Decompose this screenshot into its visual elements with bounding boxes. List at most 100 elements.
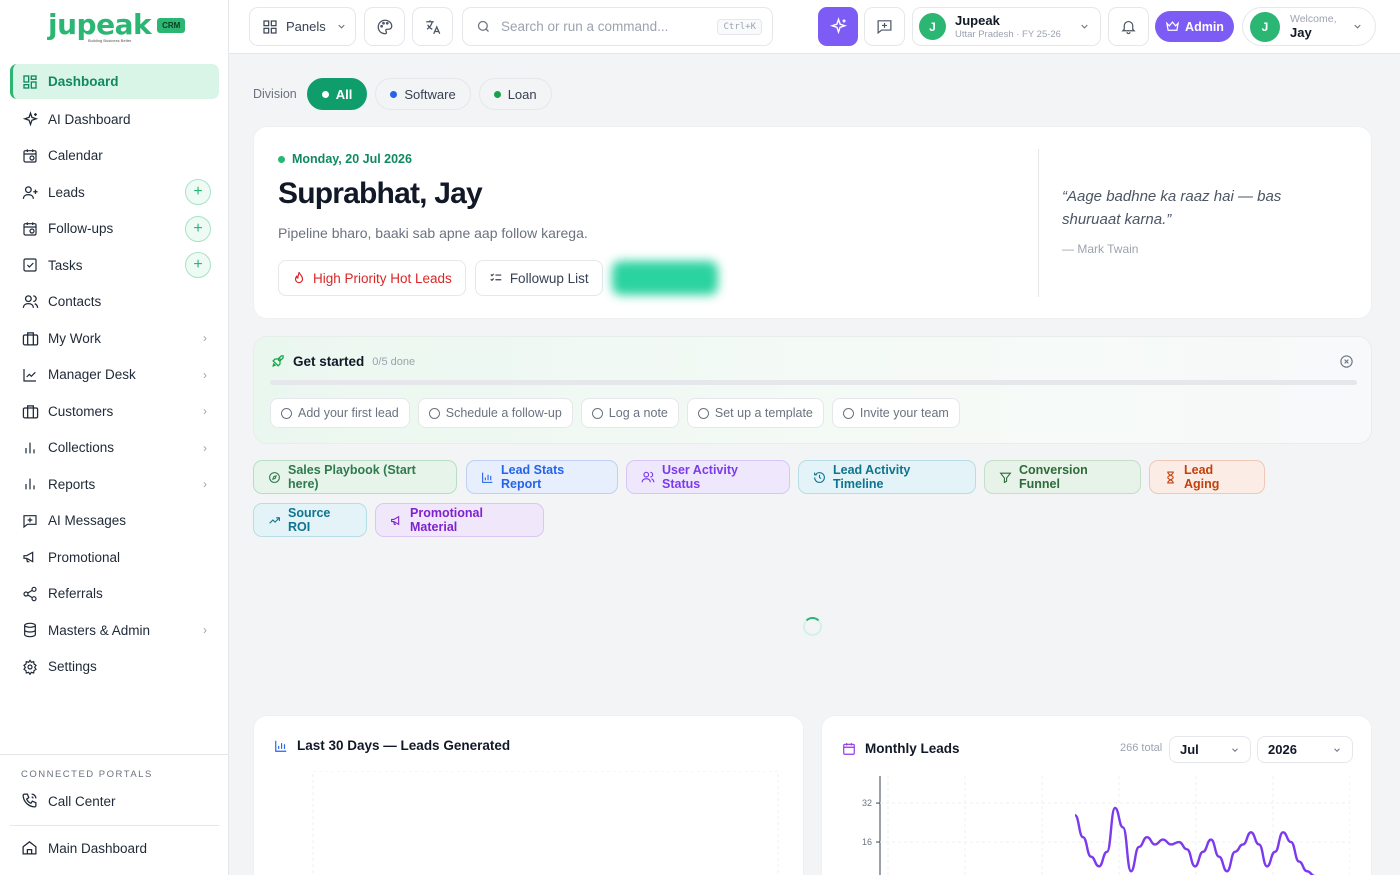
add-task-button[interactable]: +: [185, 252, 211, 279]
new-message-button[interactable]: [864, 7, 905, 46]
task-invite-team[interactable]: Invite your team: [831, 398, 960, 428]
report-lead-activity-timeline[interactable]: Lead Activity Timeline: [798, 460, 976, 494]
month-select[interactable]: Jul: [1169, 736, 1251, 763]
close-icon[interactable]: [1339, 354, 1354, 369]
sidebar-item-my-work[interactable]: My Work ›: [10, 320, 219, 357]
circle-icon: [697, 407, 709, 419]
sidebar-item-main-dashboard[interactable]: Main Dashboard: [21, 839, 147, 857]
month-value: Jul: [1180, 742, 1199, 757]
search-input[interactable]: Search or run a command...: [501, 19, 717, 34]
date-label: Monday, 20 Jul 2026: [278, 152, 412, 166]
report-user-activity[interactable]: User Activity Status: [626, 460, 790, 494]
card-title-text: Last 30 Days — Leads Generated: [297, 738, 511, 753]
report-conversion-funnel[interactable]: Conversion Funnel: [984, 460, 1141, 494]
hot-leads-button[interactable]: High Priority Hot Leads: [278, 260, 466, 296]
report-lead-stats[interactable]: Lead Stats Report: [466, 460, 618, 494]
greeting-tagline: Pipeline bharo, baaki sab apne aap follo…: [278, 225, 588, 241]
sidebar-footer: CONNECTED PORTALS Call Center Main Dashb…: [0, 754, 229, 856]
dot-icon: [321, 90, 329, 98]
monthly-leads-line: [1074, 806, 1316, 875]
task-label: Invite your team: [859, 406, 949, 420]
add-follow-up-button[interactable]: +: [185, 215, 211, 242]
blurred-action-button[interactable]: [611, 261, 718, 295]
task-schedule-follow-up[interactable]: Schedule a follow-up: [417, 398, 573, 428]
users-icon: [641, 470, 662, 484]
leads-30-days-chart-area: [312, 771, 779, 875]
date-text: Monday, 20 Jul 2026: [292, 152, 412, 166]
report-lead-aging[interactable]: Lead Aging: [1149, 460, 1265, 494]
division-software[interactable]: Software: [375, 78, 471, 110]
year-select[interactable]: 2026: [1257, 736, 1353, 763]
gear-icon: [21, 658, 39, 676]
brand-name: jupeak: [48, 8, 152, 41]
theme-button[interactable]: [364, 7, 405, 46]
sidebar-item-call-center[interactable]: Call Center: [21, 792, 116, 810]
filter-icon: [999, 471, 1019, 484]
monthly-leads-card: Monthly Leads 266 total Jul 2026 32 16: [821, 715, 1372, 875]
followup-list-label: Followup List: [509, 270, 589, 286]
sidebar-item-follow-ups[interactable]: Follow-ups +: [10, 211, 219, 248]
task-set-up-template[interactable]: Set up a template: [686, 398, 824, 428]
report-source-roi[interactable]: Source ROI: [253, 503, 367, 537]
admin-button[interactable]: Admin: [1155, 11, 1234, 42]
division-loan[interactable]: Loan: [478, 78, 552, 110]
greeting-title: Suprabhat, Jay: [278, 177, 483, 210]
followup-list-button[interactable]: Followup List: [474, 260, 603, 296]
sidebar-item-reports[interactable]: Reports ›: [10, 466, 219, 503]
task-add-first-lead[interactable]: Add your first lead: [270, 398, 410, 428]
notifications-button[interactable]: [1108, 7, 1149, 46]
panels-dropdown[interactable]: Panels: [249, 7, 356, 46]
sidebar-item-label: Customers: [48, 403, 114, 419]
sidebar-item-calendar[interactable]: Calendar: [10, 138, 219, 175]
get-started-count: 0/5 done: [372, 355, 416, 368]
get-started-progress-bar: [270, 380, 1357, 385]
chevron-down-icon: [1230, 745, 1240, 755]
sidebar-item-promotional[interactable]: Promotional: [10, 539, 219, 576]
sidebar-item-customers[interactable]: Customers ›: [10, 393, 219, 430]
task-label: Schedule a follow-up: [445, 406, 562, 420]
org-switcher[interactable]: J Jupeak Uttar Pradesh · FY 25-26: [912, 7, 1101, 46]
org-subtitle: Uttar Pradesh · FY 25-26: [955, 29, 1061, 40]
add-lead-button[interactable]: +: [185, 179, 211, 206]
sidebar: jupeak Building Business Better CRM Dash…: [0, 0, 229, 875]
sidebar-item-label: Leads: [48, 184, 85, 200]
command-search[interactable]: Search or run a command... Ctrl+K: [462, 7, 773, 46]
sidebar-item-masters-admin[interactable]: Masters & Admin ›: [10, 612, 219, 649]
report-label: Lead Stats Report: [501, 463, 565, 491]
division-option-label: Software: [404, 86, 456, 102]
dot-icon: [493, 90, 501, 98]
sidebar-item-label: Follow-ups: [48, 221, 114, 237]
sidebar-item-collections[interactable]: Collections ›: [10, 430, 219, 467]
chevron-down-icon: [336, 21, 347, 32]
org-avatar: J: [919, 13, 946, 40]
welcome-text: Welcome,: [1290, 13, 1337, 25]
sidebar-item-label: Tasks: [48, 257, 83, 273]
message-plus-icon: [21, 512, 39, 530]
chevron-right-icon: ›: [203, 477, 207, 492]
brand-logo[interactable]: jupeak Building Business Better CRM: [48, 8, 186, 43]
sidebar-item-manager-desk[interactable]: Manager Desk ›: [10, 357, 219, 394]
sidebar-item-label: Promotional: [48, 549, 121, 565]
sidebar-item-tasks[interactable]: Tasks +: [10, 247, 219, 284]
ai-assistant-button[interactable]: [818, 7, 858, 46]
sidebar-item-dashboard[interactable]: Dashboard: [10, 64, 219, 99]
language-button[interactable]: [412, 7, 453, 46]
sidebar-item-ai-dashboard[interactable]: AI Dashboard: [10, 101, 219, 138]
division-filter: Division All Software Loan: [253, 78, 560, 110]
sidebar-item-contacts[interactable]: Contacts: [10, 284, 219, 321]
task-log-note[interactable]: Log a note: [580, 398, 679, 428]
monthly-total: 266 total: [1120, 742, 1163, 754]
dot-icon: [390, 90, 398, 98]
briefcase-icon: [21, 402, 39, 420]
user-menu[interactable]: J Welcome, Jay: [1242, 7, 1376, 46]
division-all[interactable]: All: [306, 78, 368, 110]
report-promotional-material[interactable]: Promotional Material: [375, 503, 544, 537]
sidebar-item-referrals[interactable]: Referrals: [10, 576, 219, 613]
sidebar-nav: Dashboard AI Dashboard Calendar Leads + …: [10, 64, 219, 685]
sidebar-item-settings[interactable]: Settings: [10, 649, 219, 686]
report-sales-playbook[interactable]: Sales Playbook (Start here): [253, 460, 457, 494]
sidebar-item-leads[interactable]: Leads +: [10, 174, 219, 211]
sidebar-item-ai-messages[interactable]: AI Messages: [10, 503, 219, 540]
division-option-label: All: [335, 86, 353, 102]
sidebar-item-label: AI Messages: [48, 513, 127, 529]
